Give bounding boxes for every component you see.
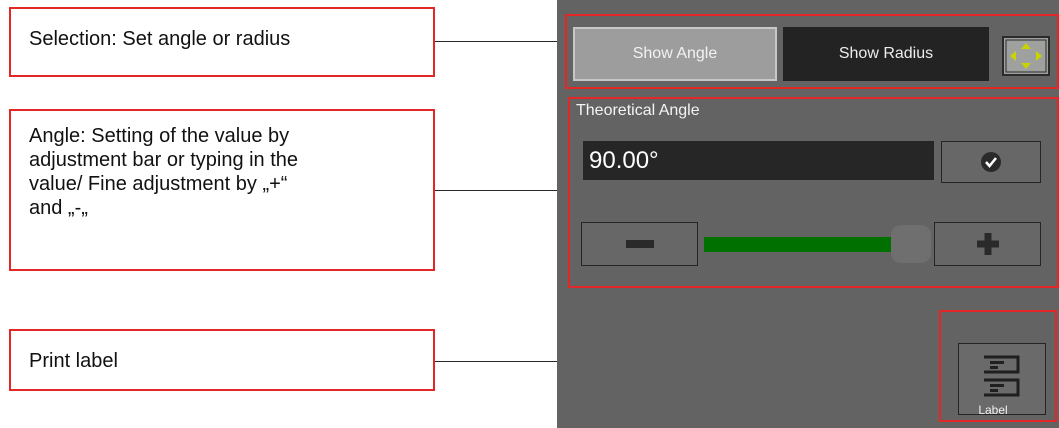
callout-print-label: Print label — [9, 329, 435, 391]
leader-line-angle — [435, 190, 570, 191]
callout-angle: Angle: Setting of the value by adjustmen… — [9, 109, 435, 271]
callout-angle-line-4: and „-„ — [29, 197, 88, 219]
highlight-label — [939, 310, 1057, 422]
callout-angle-line-3: value/ Fine adjustment by „+“ — [29, 173, 288, 195]
callout-print-text: Print label — [29, 350, 118, 372]
callout-selection-text: Selection: Set angle or radius — [29, 28, 291, 50]
highlight-angle — [568, 97, 1059, 288]
highlight-selection — [565, 14, 1059, 89]
callout-angle-line-1: Angle: Setting of the value by — [29, 125, 290, 147]
callout-selection: Selection: Set angle or radius — [9, 7, 435, 77]
callout-angle-line-2: adjustment bar or typing in the — [29, 149, 299, 171]
leader-line-selection — [435, 41, 570, 42]
